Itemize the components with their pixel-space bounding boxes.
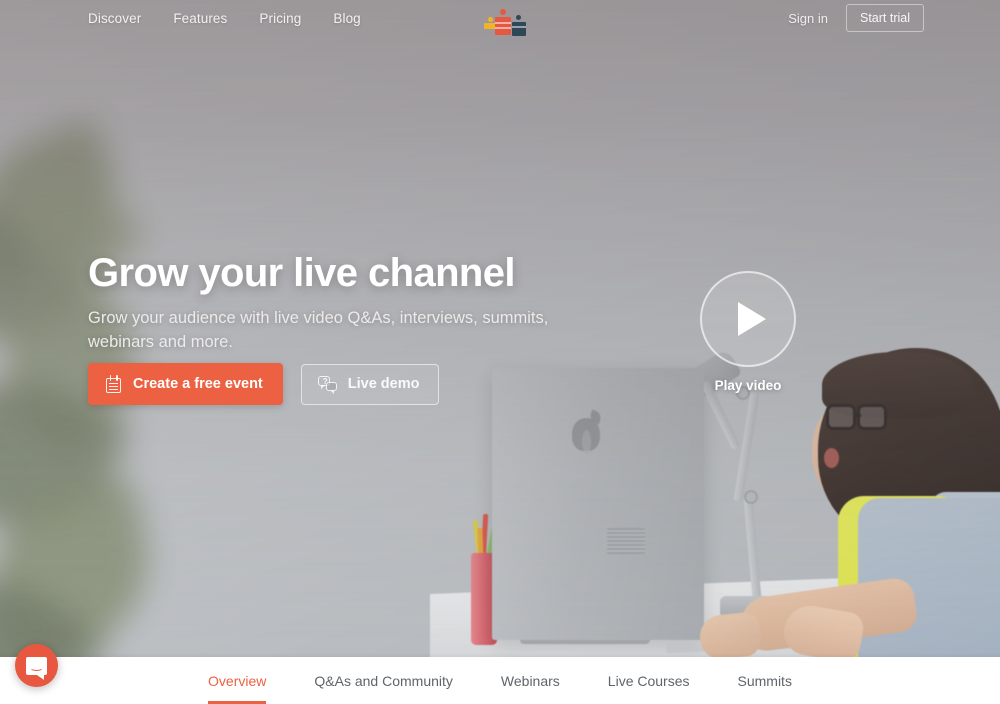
tab-webinars[interactable]: Webinars: [477, 657, 584, 704]
sign-in-link[interactable]: Sign in: [788, 11, 828, 26]
play-video-label: Play video: [714, 378, 782, 393]
intercom-launcher-button[interactable]: [15, 644, 58, 687]
nav-link-blog[interactable]: Blog: [333, 11, 360, 26]
tab-summits[interactable]: Summits: [714, 657, 816, 704]
primary-nav-links: Discover Features Pricing Blog: [88, 0, 361, 36]
tab-qas-and-community[interactable]: Q&As and Community: [290, 657, 477, 704]
chat-bubbles-icon: ?: [317, 375, 337, 394]
top-navigation-bar: Discover Features Pricing Blog Sign in S…: [0, 0, 1000, 36]
live-demo-label: Live demo: [347, 376, 420, 392]
stacked-people-logo-icon[interactable]: [484, 7, 526, 36]
nav-link-pricing[interactable]: Pricing: [259, 11, 301, 26]
nav-link-discover[interactable]: Discover: [88, 11, 141, 26]
chat-smile-icon: [26, 656, 47, 680]
page-title: Grow your live channel: [88, 251, 516, 295]
calendar-icon: [105, 375, 122, 393]
create-free-event-button[interactable]: Create a free event: [88, 363, 283, 405]
start-trial-button[interactable]: Start trial: [845, 4, 924, 32]
auth-actions: Sign in Start trial: [788, 0, 924, 36]
create-free-event-label: Create a free event: [133, 376, 263, 392]
hero-copy: Grow your live channel Grow your audienc…: [88, 251, 608, 354]
hero-subtitle: Grow your audience with live video Q&As,…: [88, 309, 549, 351]
hero-cta-group: Create a free event ? Live demo: [88, 363, 440, 405]
landing-page: Discover Features Pricing Blog Sign in S…: [0, 0, 1000, 704]
play-icon[interactable]: [700, 271, 796, 367]
nav-link-features[interactable]: Features: [173, 11, 227, 26]
tab-overview[interactable]: Overview: [184, 657, 290, 704]
play-video-button[interactable]: Play video: [700, 271, 796, 393]
live-demo-button[interactable]: ? Live demo: [300, 363, 440, 405]
tab-list: Overview Q&As and Community Webinars Liv…: [184, 657, 816, 704]
tab-live-courses[interactable]: Live Courses: [584, 657, 714, 704]
section-tab-bar: Overview Q&As and Community Webinars Liv…: [0, 657, 1000, 704]
